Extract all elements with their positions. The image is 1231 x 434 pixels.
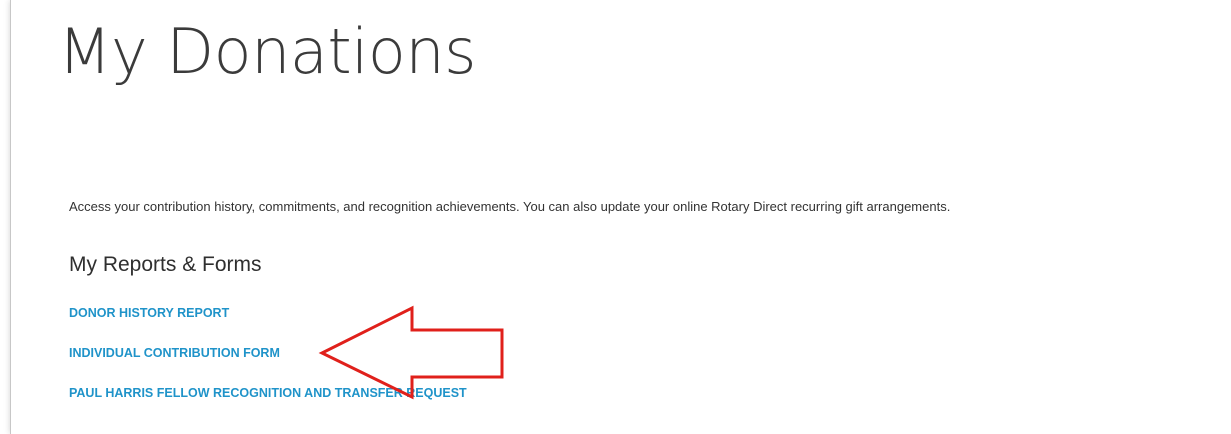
content-panel: My Donations Access your contribution hi…: [10, 0, 1231, 434]
donor-history-report-link[interactable]: DONOR HISTORY REPORT: [69, 306, 229, 320]
reports-links-list: DONOR HISTORY REPORT INDIVIDUAL CONTRIBU…: [69, 304, 467, 424]
list-item: PAUL HARRIS FELLOW RECOGNITION AND TRANS…: [69, 384, 467, 424]
page-title: My Donations: [58, 15, 476, 88]
intro-text: Access your contribution history, commit…: [69, 199, 951, 214]
reports-heading: My Reports & Forms: [69, 253, 262, 276]
paul-harris-fellow-link[interactable]: PAUL HARRIS FELLOW RECOGNITION AND TRANS…: [69, 386, 467, 400]
individual-contribution-form-link[interactable]: INDIVIDUAL CONTRIBUTION FORM: [69, 346, 280, 360]
list-item: DONOR HISTORY REPORT: [69, 304, 467, 344]
list-item: INDIVIDUAL CONTRIBUTION FORM: [69, 344, 467, 384]
